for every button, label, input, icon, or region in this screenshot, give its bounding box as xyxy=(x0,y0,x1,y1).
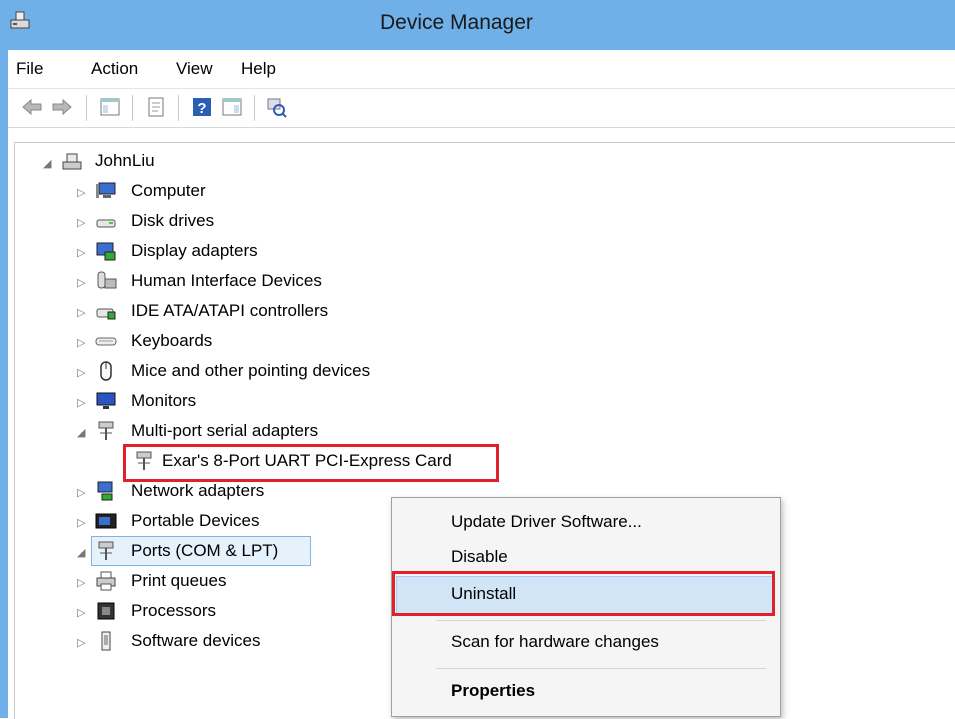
computer-root-icon xyxy=(62,153,82,170)
menu-item-scan-hardware[interactable]: Scan for hardware changes xyxy=(451,632,659,652)
menu-item-properties[interactable]: Properties xyxy=(451,681,535,701)
toolbar: ? xyxy=(8,89,955,128)
toolbar-separator xyxy=(178,95,179,121)
expand-arrow-icon[interactable]: ▷ xyxy=(77,577,89,589)
tree-root-label: JohnLiu xyxy=(95,151,155,170)
show-hide-action-pane-icon[interactable] xyxy=(220,95,244,119)
tree-item-label: Disk drives xyxy=(131,211,215,230)
tree-item-label: Monitors xyxy=(131,391,197,410)
scan-hardware-icon[interactable] xyxy=(264,95,288,119)
menu-action[interactable]: Action xyxy=(91,59,138,79)
tree-item-label: Network adapters xyxy=(131,481,265,500)
tree-item-label: Keyboards xyxy=(131,331,213,350)
forward-arrow-icon[interactable] xyxy=(50,95,74,119)
computer-icon xyxy=(96,182,116,198)
tree-item-label: Human Interface Devices xyxy=(131,271,322,290)
expand-arrow-icon[interactable]: ▷ xyxy=(77,337,89,349)
serial-adapter-icon xyxy=(98,421,114,440)
collapse-arrow-icon[interactable]: ◢ xyxy=(77,427,89,439)
window-title: Device Manager xyxy=(380,11,533,34)
expand-arrow-icon[interactable]: ▷ xyxy=(77,517,89,529)
window-frame xyxy=(0,50,8,718)
collapse-arrow-icon[interactable]: ◢ xyxy=(43,158,55,170)
toolbar-separator xyxy=(254,95,255,121)
menu-file[interactable]: File xyxy=(16,59,43,79)
menu-separator xyxy=(436,620,766,621)
help-icon[interactable]: ? xyxy=(190,95,214,119)
tree-item-label: Multi-port serial adapters xyxy=(131,421,319,440)
disk-drive-icon xyxy=(96,219,116,228)
monitor-icon xyxy=(96,392,116,409)
keyboard-icon xyxy=(95,337,117,346)
tree-item-label: Mice and other pointing devices xyxy=(131,361,371,380)
mouse-icon xyxy=(100,361,112,381)
tree-item-label: Software devices xyxy=(131,631,261,650)
port-icon xyxy=(98,541,114,560)
display-adapter-icon xyxy=(96,242,116,261)
expand-arrow-icon[interactable]: ▷ xyxy=(77,247,89,259)
expand-arrow-icon[interactable]: ▷ xyxy=(77,607,89,619)
menu-view[interactable]: View xyxy=(176,59,213,79)
menu-bar: File Action View Help xyxy=(8,50,955,89)
expand-arrow-icon[interactable]: ▷ xyxy=(77,397,89,409)
tree-item-label: Display adapters xyxy=(131,241,258,260)
collapse-arrow-icon[interactable]: ◢ xyxy=(77,547,89,559)
properties-icon[interactable] xyxy=(144,95,168,119)
tree-item-label: Computer xyxy=(131,181,206,200)
title-bar: Device Manager xyxy=(0,0,955,50)
toolbar-separator xyxy=(132,95,133,121)
expand-arrow-icon[interactable]: ▷ xyxy=(77,217,89,229)
show-hide-console-tree-icon[interactable] xyxy=(98,95,122,119)
printer-icon xyxy=(96,571,116,591)
tree-item-label: Processors xyxy=(131,601,217,620)
expand-arrow-icon[interactable]: ▷ xyxy=(77,637,89,649)
tree-item-label: Ports (COM & LPT) xyxy=(131,541,279,560)
hid-icon xyxy=(97,271,117,289)
expand-arrow-icon[interactable]: ▷ xyxy=(77,307,89,319)
exar-card-highlight xyxy=(123,444,499,482)
toolbar-separator xyxy=(86,95,87,121)
uninstall-highlight xyxy=(392,571,775,616)
portable-device-icon xyxy=(95,513,117,529)
software-device-icon xyxy=(101,631,111,651)
expand-arrow-icon[interactable]: ▷ xyxy=(77,187,89,199)
menu-item-update-driver[interactable]: Update Driver Software... xyxy=(451,512,642,532)
tree-item-label: Portable Devices xyxy=(131,511,260,530)
expand-arrow-icon[interactable]: ▷ xyxy=(77,277,89,289)
menu-help[interactable]: Help xyxy=(241,59,276,79)
svg-text:?: ? xyxy=(197,100,206,117)
expand-arrow-icon[interactable]: ▷ xyxy=(77,367,89,379)
expand-arrow-icon[interactable]: ▷ xyxy=(77,487,89,499)
tree-item-label: IDE ATA/ATAPI controllers xyxy=(131,301,329,320)
network-adapter-icon xyxy=(97,481,113,501)
ide-controller-icon xyxy=(96,308,116,320)
processor-icon xyxy=(97,602,115,620)
menu-separator xyxy=(436,668,766,669)
back-arrow-icon[interactable] xyxy=(20,95,44,119)
tree-item-label: Print queues xyxy=(131,571,227,590)
menu-item-disable[interactable]: Disable xyxy=(451,547,508,567)
